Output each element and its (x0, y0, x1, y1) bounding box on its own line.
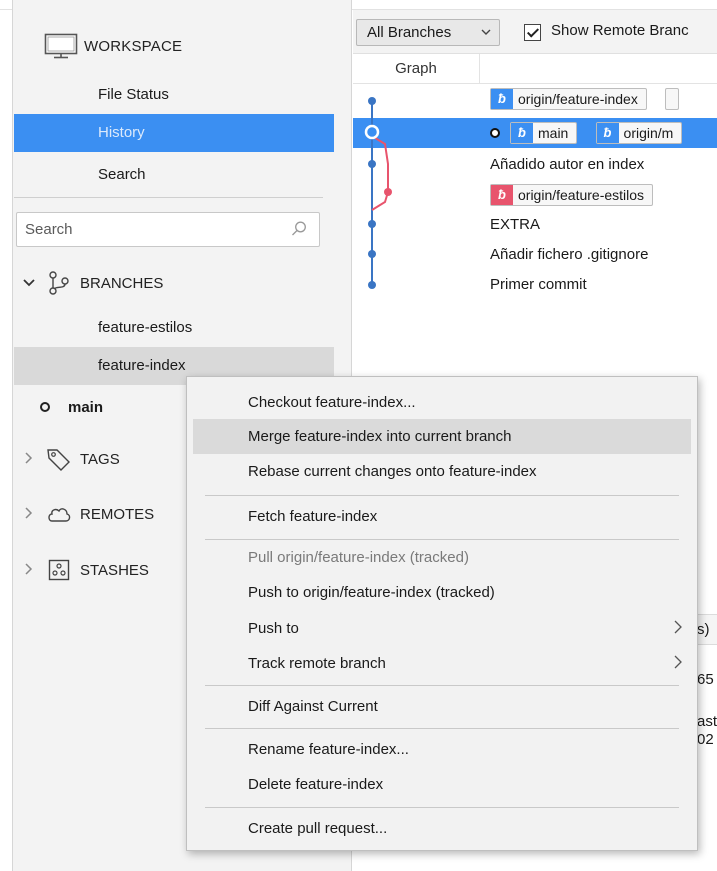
menu-separator (205, 728, 679, 729)
workspace-label: WORKSPACE (84, 37, 183, 55)
commit-message: EXTRA (490, 216, 541, 233)
chevron-right-icon[interactable] (18, 562, 40, 578)
menu-item-rebase[interactable]: Rebase current changes onto feature-inde… (193, 454, 691, 489)
menu-item-push-tracked[interactable]: Push to origin/feature-index (tracked) (193, 575, 691, 610)
commit-node (368, 281, 376, 289)
commit-node (368, 160, 376, 168)
search-icon[interactable] (291, 221, 307, 237)
tag-icon (44, 446, 74, 472)
commit-refs: ƀ main ƀ origin/m (490, 118, 683, 148)
commit-node (384, 188, 392, 196)
branches-label: BRANCHES (80, 274, 164, 292)
commit-node-head (364, 124, 380, 140)
stashes-section-header[interactable]: STASHES (18, 555, 149, 585)
menu-item-push-to[interactable]: Push to (193, 611, 691, 646)
graph-line-branch (371, 135, 389, 211)
menu-item-diff[interactable]: Diff Against Current (193, 689, 691, 724)
branch-filter-dropdown[interactable]: All Branches (356, 19, 500, 46)
commit-refs: ƀ origin/feature-estilos (490, 180, 654, 210)
history-toolbar: All Branches Show Remote Branc (353, 10, 717, 54)
chevron-right-icon[interactable] (18, 506, 40, 522)
menu-item-pull: Pull origin/feature-index (tracked) (248, 549, 469, 566)
branch-tag-overflow (665, 88, 680, 111)
menu-item-delete[interactable]: Delete feature-index (193, 767, 691, 802)
cloud-icon (44, 501, 74, 527)
workspace-header: WORKSPACE (44, 30, 182, 62)
commit-graph-lines (364, 97, 392, 289)
branch-tag[interactable]: ƀ origin/m (595, 122, 683, 145)
chevron-down-icon[interactable] (18, 276, 40, 290)
details-fragment: s) (697, 621, 710, 638)
branch-filter-value: All Branches (367, 24, 452, 41)
branch-tag-icon: ƀ (491, 185, 513, 206)
commit-message: Añadido autor en index (490, 156, 645, 173)
sidebar-item-file-status[interactable]: File Status (14, 76, 334, 114)
tags-label: TAGS (80, 450, 120, 468)
chevron-down-icon[interactable] (481, 20, 491, 55)
sidebar-item-history[interactable]: History (14, 114, 334, 152)
branch-main-label: main (68, 398, 104, 416)
branch-tag[interactable]: ƀ origin/feature-estilos (490, 184, 654, 207)
branch-tag-icon: ƀ (596, 123, 619, 144)
menu-item-track-remote[interactable]: Track remote branch (193, 646, 691, 681)
commit-message: Primer commit (490, 276, 587, 293)
branch-item-main[interactable]: main (40, 392, 103, 422)
commit-graph: ƀ origin/feature-index ƀ main ƀ origin/m Añ… (353, 84, 717, 324)
commit-refs: ƀ origin/feature-index (490, 84, 680, 114)
menu-separator (205, 495, 679, 496)
remotes-section-header[interactable]: REMOTES (18, 499, 154, 529)
remotes-label: REMOTES (80, 505, 155, 523)
branches-section-header[interactable]: BRANCHES (18, 268, 163, 298)
menu-item-checkout[interactable]: Checkout feature-index... (193, 385, 691, 420)
commit-node (368, 97, 376, 105)
stashes-label: STASHES (80, 561, 149, 579)
menu-separator (205, 685, 679, 686)
commit-node (368, 220, 376, 228)
branch-tag[interactable]: ƀ origin/feature-index (490, 88, 647, 111)
details-fragment: ast (697, 713, 717, 730)
details-fragment: 02 (697, 731, 714, 748)
details-fragment: 65 (697, 671, 714, 688)
show-remote-checkbox[interactable] (524, 24, 541, 41)
tags-section-header[interactable]: TAGS (18, 444, 120, 474)
graph-column-header[interactable]: Graph (353, 54, 480, 84)
show-remote-label[interactable]: Show Remote Branc (551, 22, 689, 39)
current-branch-icon (40, 402, 50, 412)
branch-tag-icon: ƀ (511, 123, 533, 144)
branch-icon (44, 270, 74, 296)
sidebar-search-input[interactable] (17, 213, 277, 246)
menu-item-merge[interactable]: Merge feature-index into current branch (193, 419, 691, 454)
branch-tag-icon: ƀ (491, 89, 513, 110)
sidebar-search-box[interactable] (16, 212, 320, 247)
head-indicator-icon (490, 128, 500, 139)
menu-item-rename[interactable]: Rename feature-index... (193, 732, 691, 767)
chevron-right-icon[interactable] (18, 451, 40, 467)
branch-tag[interactable]: ƀ main (510, 122, 578, 145)
menu-item-create-pr[interactable]: Create pull request... (193, 811, 691, 846)
commit-node (368, 250, 376, 258)
stash-icon (44, 557, 74, 583)
sidebar-divider (14, 197, 323, 198)
history-column-header: Graph (353, 54, 717, 84)
branch-context-menu: Checkout feature-index... Merge feature-… (186, 376, 698, 851)
branch-item-feature-estilos[interactable]: feature-estilos (14, 309, 334, 347)
monitor-icon (44, 33, 78, 59)
sidebar-item-search[interactable]: Search (14, 156, 334, 194)
commit-message: Añadir fichero .gitignore (490, 246, 649, 263)
menu-separator (205, 807, 679, 808)
menu-item-fetch[interactable]: Fetch feature-index (193, 499, 691, 534)
